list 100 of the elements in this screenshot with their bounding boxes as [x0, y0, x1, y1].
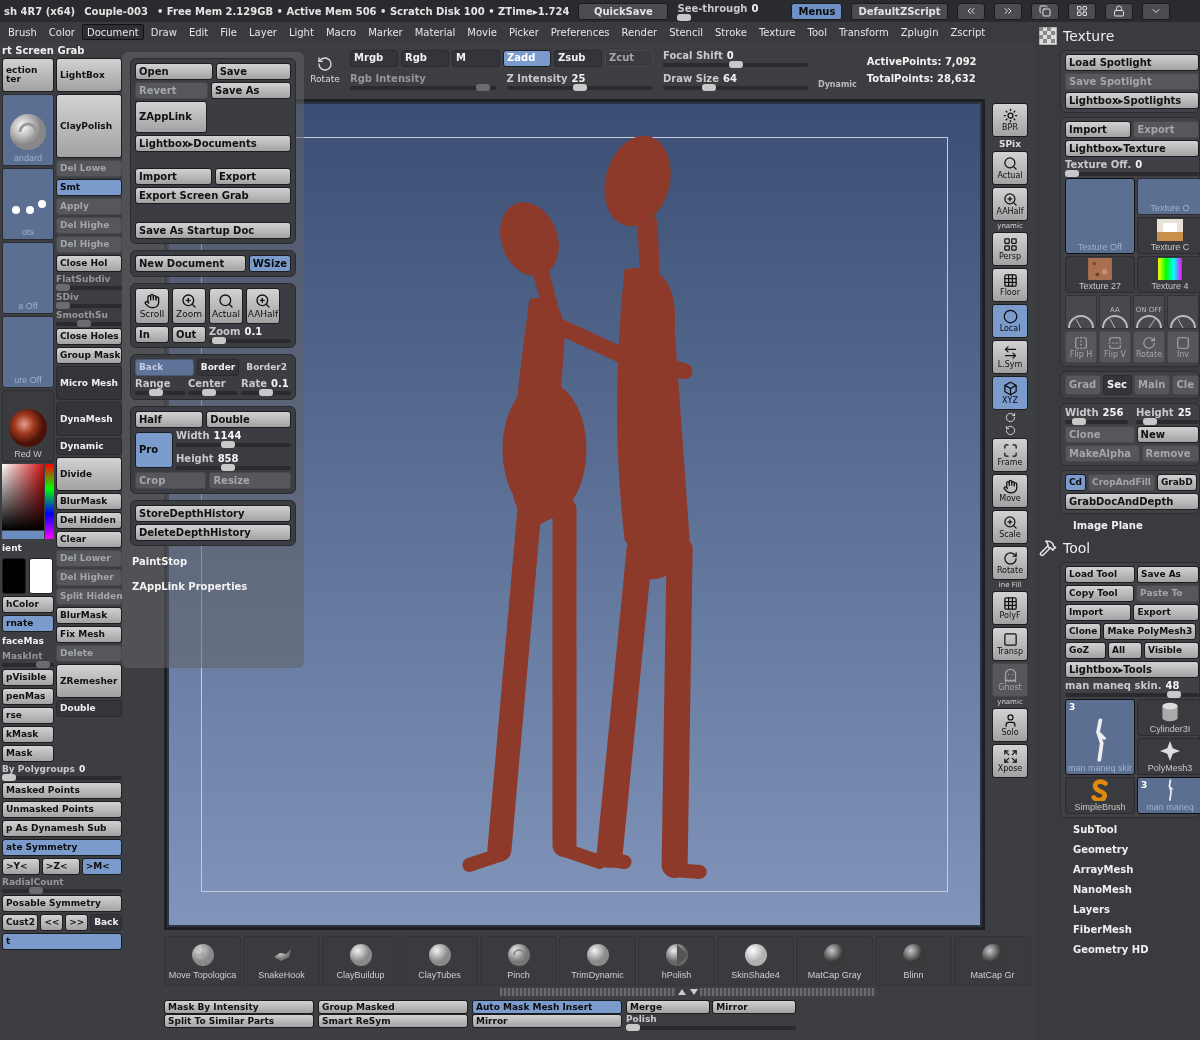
menu-button[interactable]: Export: [214, 168, 291, 185]
panel-button[interactable]: Import: [1065, 121, 1132, 138]
shelf-button[interactable]: ection ter: [2, 58, 54, 92]
shelf-button[interactable]: rse: [2, 707, 54, 724]
panel-button[interactable]: Copy Tool: [1065, 585, 1135, 602]
texture-thumbnail[interactable]: Texture 4: [1137, 256, 1200, 293]
mesh-button[interactable]: Mirror: [472, 1014, 622, 1028]
slider-track[interactable]: [506, 85, 653, 90]
menu-item[interactable]: Stroke: [710, 24, 752, 40]
shelf-button[interactable]: Masked Points: [2, 782, 122, 799]
menu-item[interactable]: Stencil: [664, 24, 708, 40]
slider-thumb[interactable]: [149, 389, 164, 396]
secondary-color-swatch[interactable]: [29, 558, 53, 594]
slider-thumb[interactable]: [626, 1024, 640, 1031]
menu-item[interactable]: Picker: [503, 24, 544, 40]
section-label[interactable]: Geometry: [1039, 842, 1200, 858]
section-label[interactable]: NanoMesh: [1039, 882, 1200, 898]
palette-item[interactable]: Blinn: [875, 936, 952, 986]
slider-thumb[interactable]: [1072, 418, 1087, 425]
shelf-button[interactable]: kMask: [2, 726, 54, 743]
shelf-button[interactable]: rnate: [2, 615, 54, 632]
menu-button[interactable]: Lightbox▸Documents: [135, 135, 291, 152]
shelf-button[interactable]: >Y<: [2, 858, 40, 875]
panel-button[interactable]: Lightbox▸Spotlights: [1065, 92, 1199, 109]
section-label[interactable]: FiberMesh: [1039, 922, 1200, 938]
shelf-button[interactable]: p As Dynamesh Sub: [2, 820, 122, 837]
section-label[interactable]: Geometry HD: [1039, 942, 1200, 958]
texture-thumbnail[interactable]: Texture C: [1137, 217, 1200, 254]
menu-item[interactable]: Layer: [244, 24, 282, 40]
panel-title[interactable]: Texture: [1063, 28, 1115, 44]
viewport-tool-button[interactable]: AAHalf: [992, 187, 1028, 221]
mesh-button[interactable]: Mirror: [712, 1000, 796, 1014]
menu-button[interactable]: Save As Startup Doc: [135, 222, 291, 239]
slider-track[interactable]: [350, 85, 497, 90]
menu-button[interactable]: StoreDepthHistory: [135, 505, 291, 522]
shelf-button[interactable]: <<: [40, 914, 64, 931]
palette-item[interactable]: TrimDynamic: [559, 936, 636, 986]
viewport-tool-button[interactable]: XYZ: [992, 376, 1028, 410]
slider-thumb[interactable]: [1167, 691, 1181, 698]
slider-thumb[interactable]: [677, 13, 692, 21]
shelf-button[interactable]: Divide: [56, 457, 122, 491]
shelf-button[interactable]: Close Holes: [56, 328, 122, 345]
palette-item[interactable]: hPolish: [638, 936, 715, 986]
menu-button[interactable]: Border2: [242, 359, 291, 376]
tool-thumbnail[interactable]: SimpleBrush: [1065, 777, 1135, 814]
section-label[interactable]: ArrayMesh: [1039, 862, 1200, 878]
panel-button[interactable]: Load Tool: [1065, 566, 1135, 583]
slider-thumb[interactable]: [572, 83, 587, 91]
menu-item[interactable]: Texture: [753, 24, 801, 40]
shelf-button[interactable]: Dynamic: [56, 438, 122, 455]
view-tool-button[interactable]: Scroll: [135, 288, 169, 324]
shelf-button[interactable]: Del Hidden: [56, 512, 122, 529]
section-label[interactable]: Layers: [1039, 902, 1200, 918]
menu-item[interactable]: File: [215, 24, 242, 40]
dial-control[interactable]: [1065, 295, 1097, 329]
viewport-tool-button[interactable]: Actual: [992, 151, 1028, 185]
quicksave-button[interactable]: QuickSave: [578, 2, 669, 20]
menu-section-label[interactable]: PaintStop: [130, 552, 296, 571]
panel-button[interactable]: Export: [1133, 604, 1199, 621]
menu-item[interactable]: Color: [43, 24, 80, 40]
panel-button[interactable]: GoZ: [1065, 642, 1107, 659]
mesh-button[interactable]: Auto Mask Mesh Insert: [472, 1000, 622, 1014]
lock-button[interactable]: [1104, 2, 1133, 20]
slider-thumb[interactable]: [2, 774, 16, 781]
shelf-button[interactable]: BlurMask: [56, 493, 122, 510]
menu-button[interactable]: Open: [135, 63, 213, 80]
shelf-button[interactable]: ZRemesher: [56, 664, 122, 698]
menu-button[interactable]: Save: [215, 63, 291, 80]
shelf-button[interactable]: Group Mask: [56, 347, 122, 364]
palette-item[interactable]: SnakeHook: [243, 936, 320, 986]
panel-button[interactable]: Import: [1065, 604, 1132, 621]
layout-button[interactable]: [1030, 2, 1059, 20]
slider-thumb[interactable]: [221, 464, 236, 471]
palette-item[interactable]: SkinShade4: [717, 936, 794, 986]
slider-track[interactable]: [188, 391, 238, 395]
view-tool-button[interactable]: Zoom: [172, 288, 206, 324]
menu-item[interactable]: Light: [283, 24, 319, 40]
viewport-tool-button[interactable]: Scale: [992, 510, 1028, 544]
panel-button[interactable]: Sec: [1103, 375, 1133, 395]
dial-control[interactable]: [1167, 295, 1199, 329]
menu-button[interactable]: Out: [172, 326, 206, 343]
shelf-button[interactable]: >Z<: [41, 858, 80, 875]
mode-toggle[interactable]: Rgb: [401, 49, 449, 67]
slider-thumb[interactable]: [259, 389, 273, 396]
panel-button[interactable]: GrabDocAndDepth: [1065, 493, 1199, 510]
rotate-icon[interactable]: [1004, 412, 1016, 423]
panel-button[interactable]: Visible: [1144, 642, 1199, 659]
viewport-tool-button[interactable]: Local: [992, 304, 1028, 338]
menu-button[interactable]: Save As: [211, 82, 291, 99]
view-tool-button[interactable]: Actual: [209, 288, 243, 324]
tool-thumbnail[interactable]: 3 man maneq skir: [1065, 699, 1135, 775]
menu-button[interactable]: Border: [196, 359, 240, 376]
menu-button[interactable]: In: [135, 326, 169, 343]
menus-toggle[interactable]: Menus: [791, 2, 843, 20]
viewport-tool-button[interactable]: Move: [992, 474, 1028, 508]
menu-item[interactable]: Tool: [802, 24, 832, 40]
panel-button[interactable]: Clone: [1065, 623, 1102, 640]
slider-thumb[interactable]: [702, 83, 717, 91]
shelf-thumbnail[interactable]: Red W: [2, 390, 54, 462]
slider-thumb[interactable]: [1143, 418, 1158, 425]
